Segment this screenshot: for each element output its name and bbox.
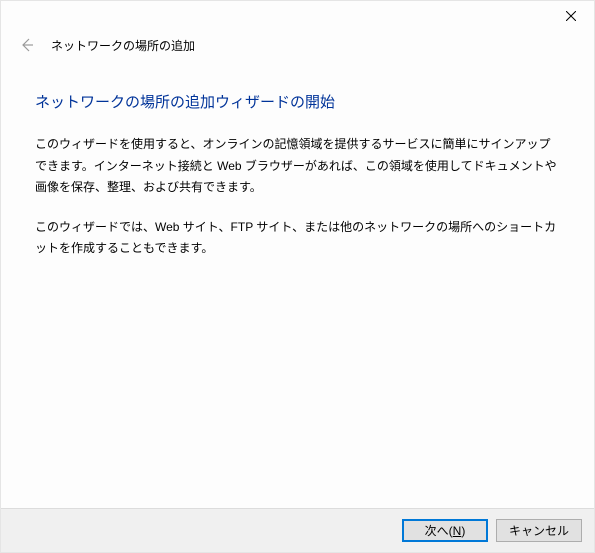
close-icon: [566, 11, 576, 21]
titlebar: [1, 1, 594, 33]
back-button[interactable]: [13, 31, 41, 59]
content-area: ネットワークの場所の追加ウィザードの開始 このウィザードを使用すると、オンライン…: [1, 67, 594, 508]
intro-paragraph-1: このウィザードを使用すると、オンラインの記憶領域を提供するサービスに簡単にサイン…: [35, 134, 560, 199]
back-arrow-icon: [19, 37, 35, 53]
footer: 次へ(N) キャンセル: [1, 508, 594, 552]
cancel-button[interactable]: キャンセル: [496, 519, 582, 542]
wizard-heading: ネットワークの場所の追加ウィザードの開始: [35, 91, 560, 112]
header-row: ネットワークの場所の追加: [1, 33, 594, 67]
window-title: ネットワークの場所の追加: [51, 37, 195, 54]
intro-paragraph-2: このウィザードでは、Web サイト、FTP サイト、または他のネットワークの場所…: [35, 217, 560, 260]
cancel-button-label: キャンセル: [509, 522, 569, 539]
close-button[interactable]: [548, 1, 594, 31]
next-button-label: 次へ(N): [425, 522, 466, 539]
next-button[interactable]: 次へ(N): [402, 519, 488, 542]
wizard-window: ネットワークの場所の追加 ネットワークの場所の追加ウィザードの開始 このウィザー…: [0, 0, 595, 553]
